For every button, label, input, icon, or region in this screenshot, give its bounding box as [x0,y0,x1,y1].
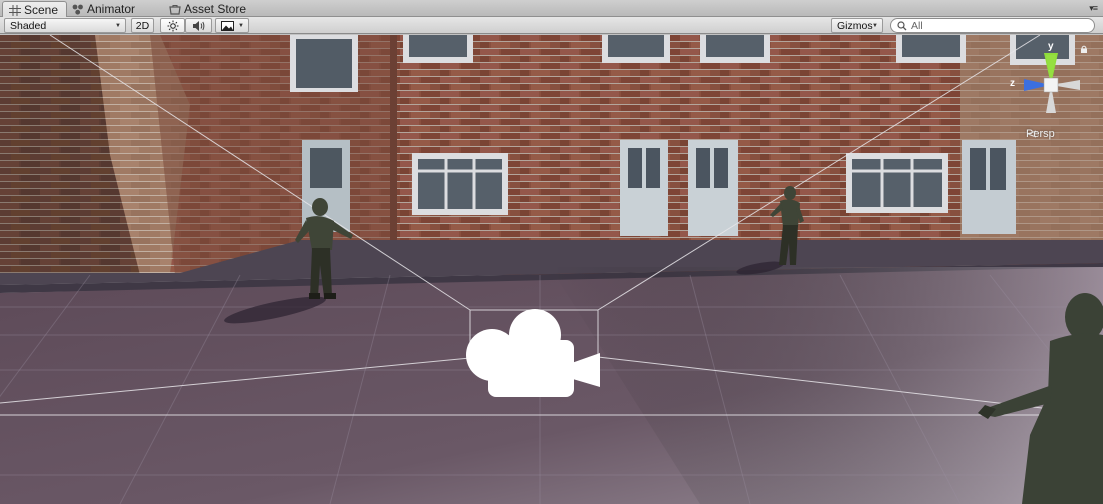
search-input[interactable] [911,19,1081,32]
lock-icon[interactable] [1080,45,1088,53]
animator-icon [72,4,84,15]
chevron-down-icon: ▼ [238,23,244,29]
chevron-down-icon: ▼ [872,23,878,29]
panel-menu-icon[interactable]: ▾≡ [1089,3,1098,14]
scene-render [0,35,1103,504]
axis-z-label: z [1010,78,1015,89]
scene-toolbar: Shaded ▼ 2D ▼ Gizmos ▼ [0,17,1103,34]
shading-mode-label: Shaded [10,19,47,32]
tab-animator-label: Animator [87,2,136,16]
sun-icon [167,20,178,31]
scene-effects-dropdown[interactable]: ▼ [215,18,249,33]
store-icon [169,4,181,15]
tab-scene-label: Scene [24,3,59,17]
hierarchy-search-field[interactable] [890,18,1095,33]
chevron-down-icon: ▼ [115,23,121,29]
image-icon [221,20,234,31]
gizmos-dropdown[interactable]: Gizmos ▼ [831,18,883,33]
2d-mode-toggle[interactable]: 2D [131,18,154,33]
search-icon [897,20,907,30]
tab-asset-store-label: Asset Store [184,2,247,16]
projection-mode-label[interactable]: Persp [1026,128,1055,140]
scene-audio-toggle[interactable] [185,18,212,33]
2d-mode-label: 2D [135,19,150,32]
tab-asset-store[interactable]: Asset Store [163,1,254,17]
tab-scene[interactable]: Scene [2,1,68,18]
grid-icon [9,4,21,16]
editor-tab-bar: Scene Animator Asset Store ▾≡ [0,0,1103,18]
axis-y-label: y [1048,41,1054,52]
speaker-icon [192,20,204,31]
gizmos-label: Gizmos [837,19,873,32]
scene-viewport[interactable]: y z Persp [0,35,1103,504]
tab-animator[interactable]: Animator [66,1,143,17]
shading-mode-dropdown[interactable]: Shaded ▼ [4,18,126,33]
scene-lighting-toggle[interactable] [160,18,185,33]
